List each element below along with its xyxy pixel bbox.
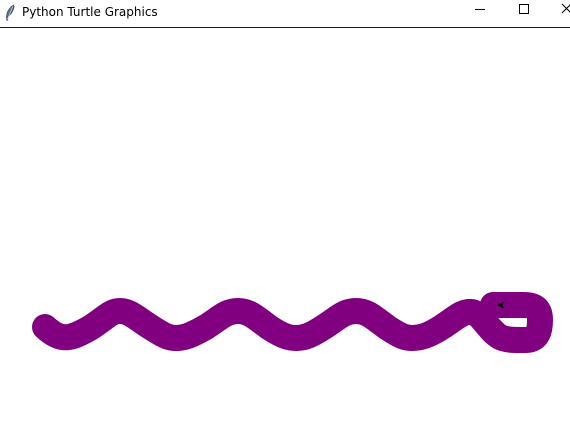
window-title: Python Turtle Graphics — [22, 5, 158, 19]
maximize-button[interactable] — [504, 0, 544, 27]
close-button[interactable] — [548, 0, 570, 27]
close-icon — [561, 3, 570, 14]
minimize-button[interactable] — [460, 0, 500, 27]
feather-icon — [4, 4, 16, 22]
maximize-icon — [519, 4, 529, 14]
turtle-window: Python Turtle Graphics — [0, 0, 570, 426]
drawing-surface — [32, 292, 553, 353]
purple-wavy-line — [32, 292, 553, 353]
minimize-icon — [475, 9, 485, 10]
turtle-canvas[interactable] — [0, 28, 570, 426]
title-bar[interactable]: Python Turtle Graphics — [0, 0, 570, 28]
